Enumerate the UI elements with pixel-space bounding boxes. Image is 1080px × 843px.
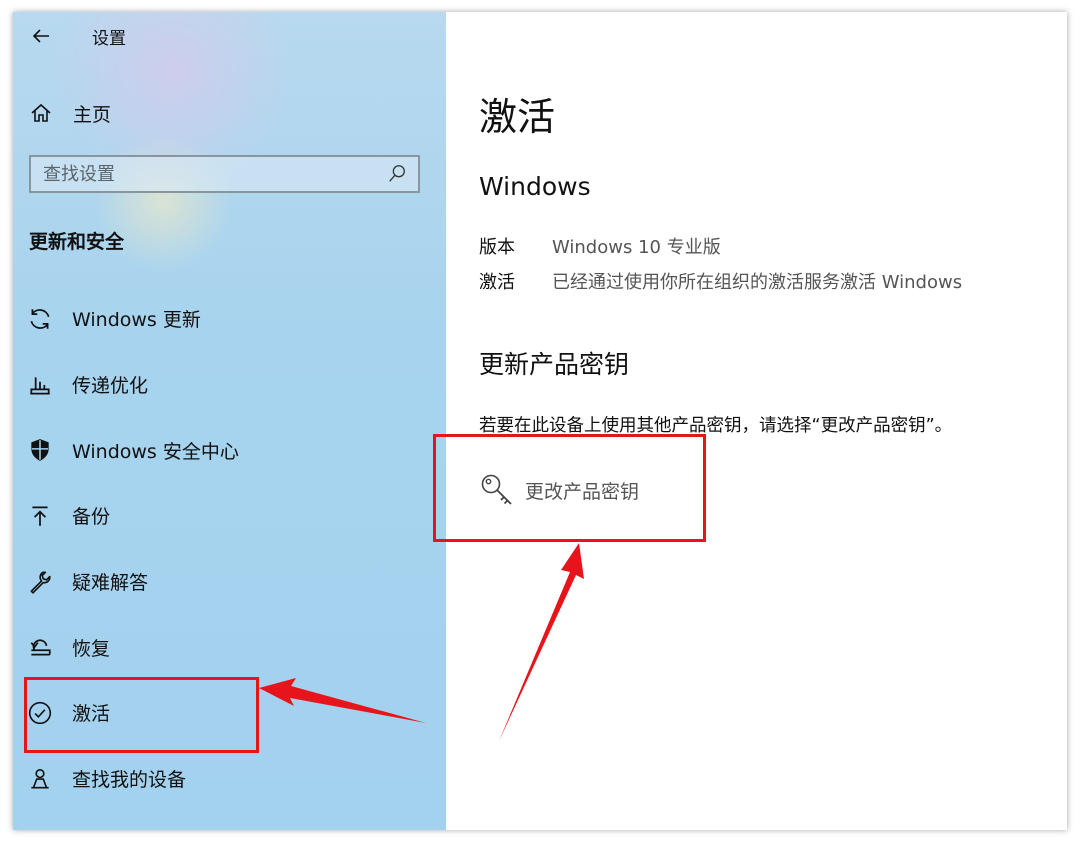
sidebar-item-label: Windows 安全中心 xyxy=(72,440,239,463)
sidebar-item-activation[interactable]: 激活 xyxy=(13,680,446,746)
shield-icon xyxy=(31,439,49,462)
sidebar-item-delivery-optimization[interactable]: 传递优化 xyxy=(13,352,446,418)
home-label: 主页 xyxy=(73,103,112,126)
sidebar: 设置 主页 更新和安全 Windows 更新 xyxy=(13,12,446,830)
back-arrow-icon[interactable] xyxy=(29,24,53,48)
search-box[interactable] xyxy=(29,155,420,193)
wrench-icon xyxy=(30,571,51,594)
section-title: 更新和安全 xyxy=(29,231,125,253)
home-icon xyxy=(31,103,51,122)
sidebar-item-windows-update[interactable]: Windows 更新 xyxy=(13,286,446,352)
home-link[interactable]: 主页 xyxy=(29,98,111,128)
change-product-key-label: 更改产品密钥 xyxy=(525,480,640,503)
sidebar-item-label: 激活 xyxy=(72,703,111,726)
sidebar-item-windows-security[interactable]: Windows 安全中心 xyxy=(13,417,446,483)
backup-arrow-icon xyxy=(32,506,48,526)
edition-key: 版本 xyxy=(479,237,515,258)
search-input[interactable] xyxy=(31,162,386,186)
activation-value: 已经通过使用你所在组织的激活服务激活 Windows xyxy=(552,272,963,293)
sync-icon xyxy=(30,308,50,329)
edition-row: 版本 Windows 10 专业版 xyxy=(479,233,721,259)
settings-window: 设置 主页 更新和安全 Windows 更新 xyxy=(13,12,1067,830)
person-locate-icon xyxy=(31,768,49,789)
sidebar-item-label: 恢复 xyxy=(72,637,111,660)
activation-key: 激活 xyxy=(479,272,515,293)
window-title: 设置 xyxy=(92,29,126,49)
change-product-key-link[interactable]: 更改产品密钥 xyxy=(479,472,639,508)
search-icon[interactable] xyxy=(386,163,408,185)
update-key-heading: 更新产品密钥 xyxy=(479,350,630,379)
windows-heading: Windows xyxy=(479,172,591,201)
sidebar-item-find-my-device[interactable]: 查找我的设备 xyxy=(13,746,446,812)
sidebar-item-recovery[interactable]: 恢复 xyxy=(13,614,446,680)
check-circle-icon xyxy=(28,701,52,725)
sidebar-item-label: 传递优化 xyxy=(72,375,149,398)
sidebar-item-label: Windows 更新 xyxy=(72,309,201,332)
main-content: 激活 Windows 版本 Windows 10 专业版 激活 已经通过使用你所… xyxy=(446,12,1067,830)
sidebar-item-backup[interactable]: 备份 xyxy=(13,483,446,549)
sidebar-nav: Windows 更新 传递优化 Windows 安全中心 备份 疑难解答 恢复 … xyxy=(13,286,446,812)
key-icon xyxy=(481,474,512,505)
update-key-description: 若要在此设备上使用其他产品密钥，请选择“更改产品密钥”。 xyxy=(479,416,953,436)
activation-row: 激活 已经通过使用你所在组织的激活服务激活 Windows xyxy=(479,268,962,294)
sidebar-item-label: 查找我的设备 xyxy=(72,769,187,792)
edition-value: Windows 10 专业版 xyxy=(552,237,721,258)
recovery-icon xyxy=(30,639,51,656)
sidebar-item-troubleshoot[interactable]: 疑难解答 xyxy=(13,549,446,615)
page-title: 激活 xyxy=(479,95,556,139)
sidebar-item-label: 备份 xyxy=(72,506,111,529)
sidebar-item-label: 疑难解答 xyxy=(72,572,149,595)
delivery-optimization-icon xyxy=(30,376,50,395)
